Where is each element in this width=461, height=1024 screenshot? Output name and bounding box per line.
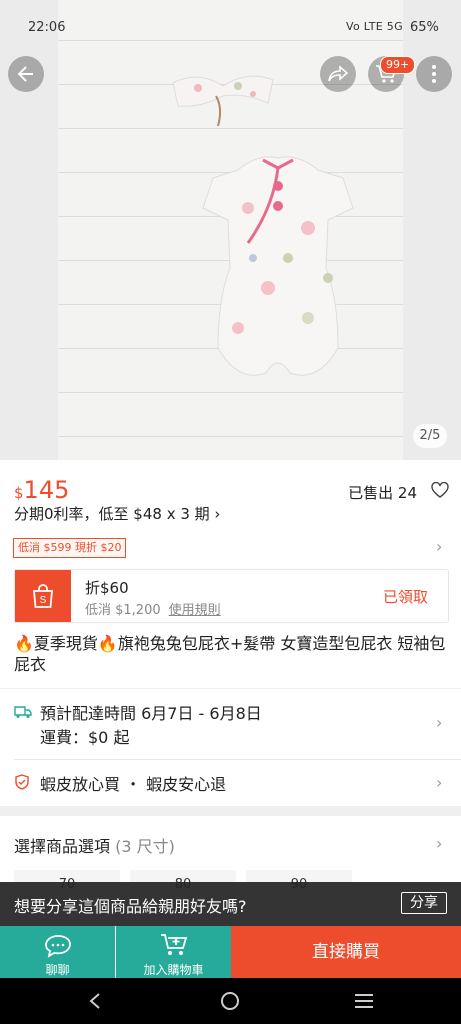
coupon-min-spend: 低消 $1,200 使用規則 [85, 603, 221, 618]
product-title: 🔥夏季現貨🔥旗袍兔兔包屁衣+髮帶 女寶造型包屁衣 短袖包屁衣 [14, 634, 446, 674]
network-indicator: Vo LTE 5G [346, 20, 403, 33]
nav-home-icon[interactable] [220, 991, 240, 1011]
svg-text:S: S [40, 595, 47, 606]
coupon-card[interactable]: S 折$60 低消 $1,200 使用規則 已領取 [14, 569, 449, 623]
more-icon [432, 65, 436, 83]
delivery-eta: 預計配達時間 6月7日 - 6月8日 [40, 704, 262, 723]
add-cart-icon [161, 934, 188, 955]
cart-badge: 99+ [380, 56, 416, 74]
buy-now-button[interactable]: 直接購買 [231, 926, 461, 978]
chevron-right-icon: › [436, 537, 443, 556]
share-prompt-bar: 想要分享這個商品給親朋好友嗎? 分享 [0, 882, 461, 926]
share-icon [328, 65, 349, 82]
coupon-title: 折$60 [85, 579, 129, 597]
battery-level: 65% [410, 20, 439, 35]
truck-icon [14, 706, 32, 718]
rules-link[interactable]: 使用規則 [169, 603, 221, 618]
share-prompt-text: 想要分享這個商品給親朋好友嗎? [14, 897, 247, 916]
shopee-bag-icon: S [15, 570, 71, 622]
product-price: $145 [14, 476, 70, 504]
chevron-right-icon: › [436, 713, 443, 732]
back-button[interactable] [8, 56, 44, 92]
nav-back-icon[interactable] [88, 992, 102, 1010]
more-button[interactable] [416, 56, 452, 92]
shield-icon [15, 774, 29, 790]
share-prompt-button[interactable]: 分享 [401, 892, 447, 914]
shipping-fee: 運費：$0 起 [40, 728, 130, 747]
back-arrow-icon [17, 66, 33, 82]
system-nav-bar [0, 978, 461, 1024]
shopee-guarantee[interactable]: 蝦皮放心買 ・ 蝦皮安心退 [40, 771, 226, 795]
chat-label: 聊聊 [45, 963, 70, 977]
heart-icon[interactable] [431, 482, 449, 498]
bottom-action-bar: 聊聊 加入購物車 直接購買 [0, 926, 461, 978]
status-time: 22:06 [28, 20, 66, 35]
image-counter: 2/5 [413, 424, 447, 448]
sold-count: 已售出 24 [348, 484, 417, 502]
shop-voucher-tag[interactable]: 低消 $599 現折 $20 [13, 538, 127, 558]
chat-button[interactable]: 聊聊 [0, 926, 115, 978]
romper-illustration [202, 156, 354, 376]
installment-info[interactable]: 分期0利率，低至 $48 x 3 期 › [14, 503, 220, 524]
status-bar: 22:06 Vo LTE 5G 65% [0, 0, 461, 52]
chevron-right-icon: › [436, 834, 443, 853]
nav-recents-icon[interactable] [354, 993, 374, 1009]
add-to-cart-button[interactable]: 加入購物車 [116, 926, 231, 978]
chat-bubble-icon [45, 935, 71, 958]
add-to-cart-label: 加入購物車 [143, 963, 204, 977]
share-button[interactable] [320, 56, 356, 92]
chevron-right-icon: › [436, 773, 443, 792]
variation-selector[interactable]: 選擇商品選項 (3 尺寸) [14, 833, 175, 857]
coupon-claimed-status: 已領取 [382, 588, 428, 606]
